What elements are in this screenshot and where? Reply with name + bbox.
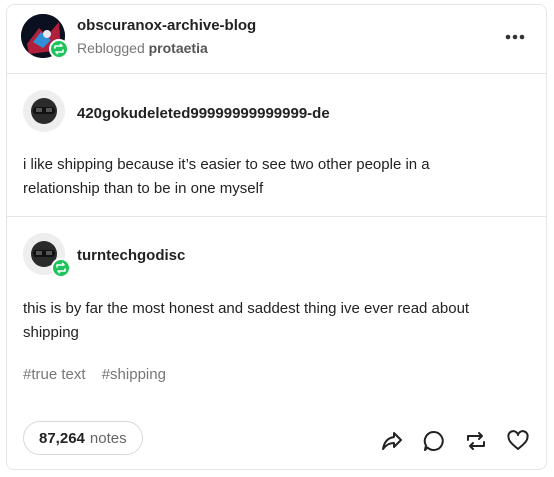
- post-actions: [378, 428, 532, 454]
- trail-item-2: turntechgodisc this is by far the most h…: [7, 217, 546, 357]
- heart-icon[interactable]: [504, 428, 532, 454]
- blog-name-link[interactable]: obscuranox-archive-blog: [77, 17, 256, 34]
- post-header: obscuranox-archive-blog Reblogged protae…: [7, 5, 546, 73]
- trail-avatar-1[interactable]: [23, 90, 65, 132]
- more-options-icon[interactable]: [504, 29, 526, 40]
- reblogged-from: Reblogged protaetia: [77, 40, 208, 56]
- reblog-source-link[interactable]: protaetia: [149, 40, 208, 56]
- reblog-badge-icon: [49, 39, 69, 59]
- tag-true-text[interactable]: #true text: [23, 366, 86, 383]
- reblogged-label: Reblogged: [77, 40, 145, 56]
- trail-text-1: i like shipping because it’s easier to s…: [23, 156, 430, 197]
- notes-button[interactable]: 87,264 notes: [23, 421, 143, 455]
- tag-list: #true text #shipping: [23, 366, 178, 383]
- notes-label: notes: [89, 429, 127, 447]
- share-icon[interactable]: [378, 428, 406, 454]
- trail-username-1[interactable]: 420gokudeleted99999999999999-de: [77, 105, 330, 122]
- reblog-badge-icon: [51, 258, 71, 278]
- trail-username-2[interactable]: turntechgodisc: [77, 247, 185, 264]
- reply-icon[interactable]: [420, 428, 448, 454]
- trail-text-2: this is by far the most honest and sadde…: [23, 300, 470, 341]
- reblog-icon[interactable]: [462, 428, 490, 454]
- post-card: obscuranox-archive-blog Reblogged protae…: [6, 4, 547, 470]
- tag-shipping[interactable]: #shipping: [102, 366, 166, 383]
- notes-count: 87,264: [39, 429, 85, 447]
- trail-item-1: 420gokudeleted99999999999999-de i like s…: [7, 74, 546, 216]
